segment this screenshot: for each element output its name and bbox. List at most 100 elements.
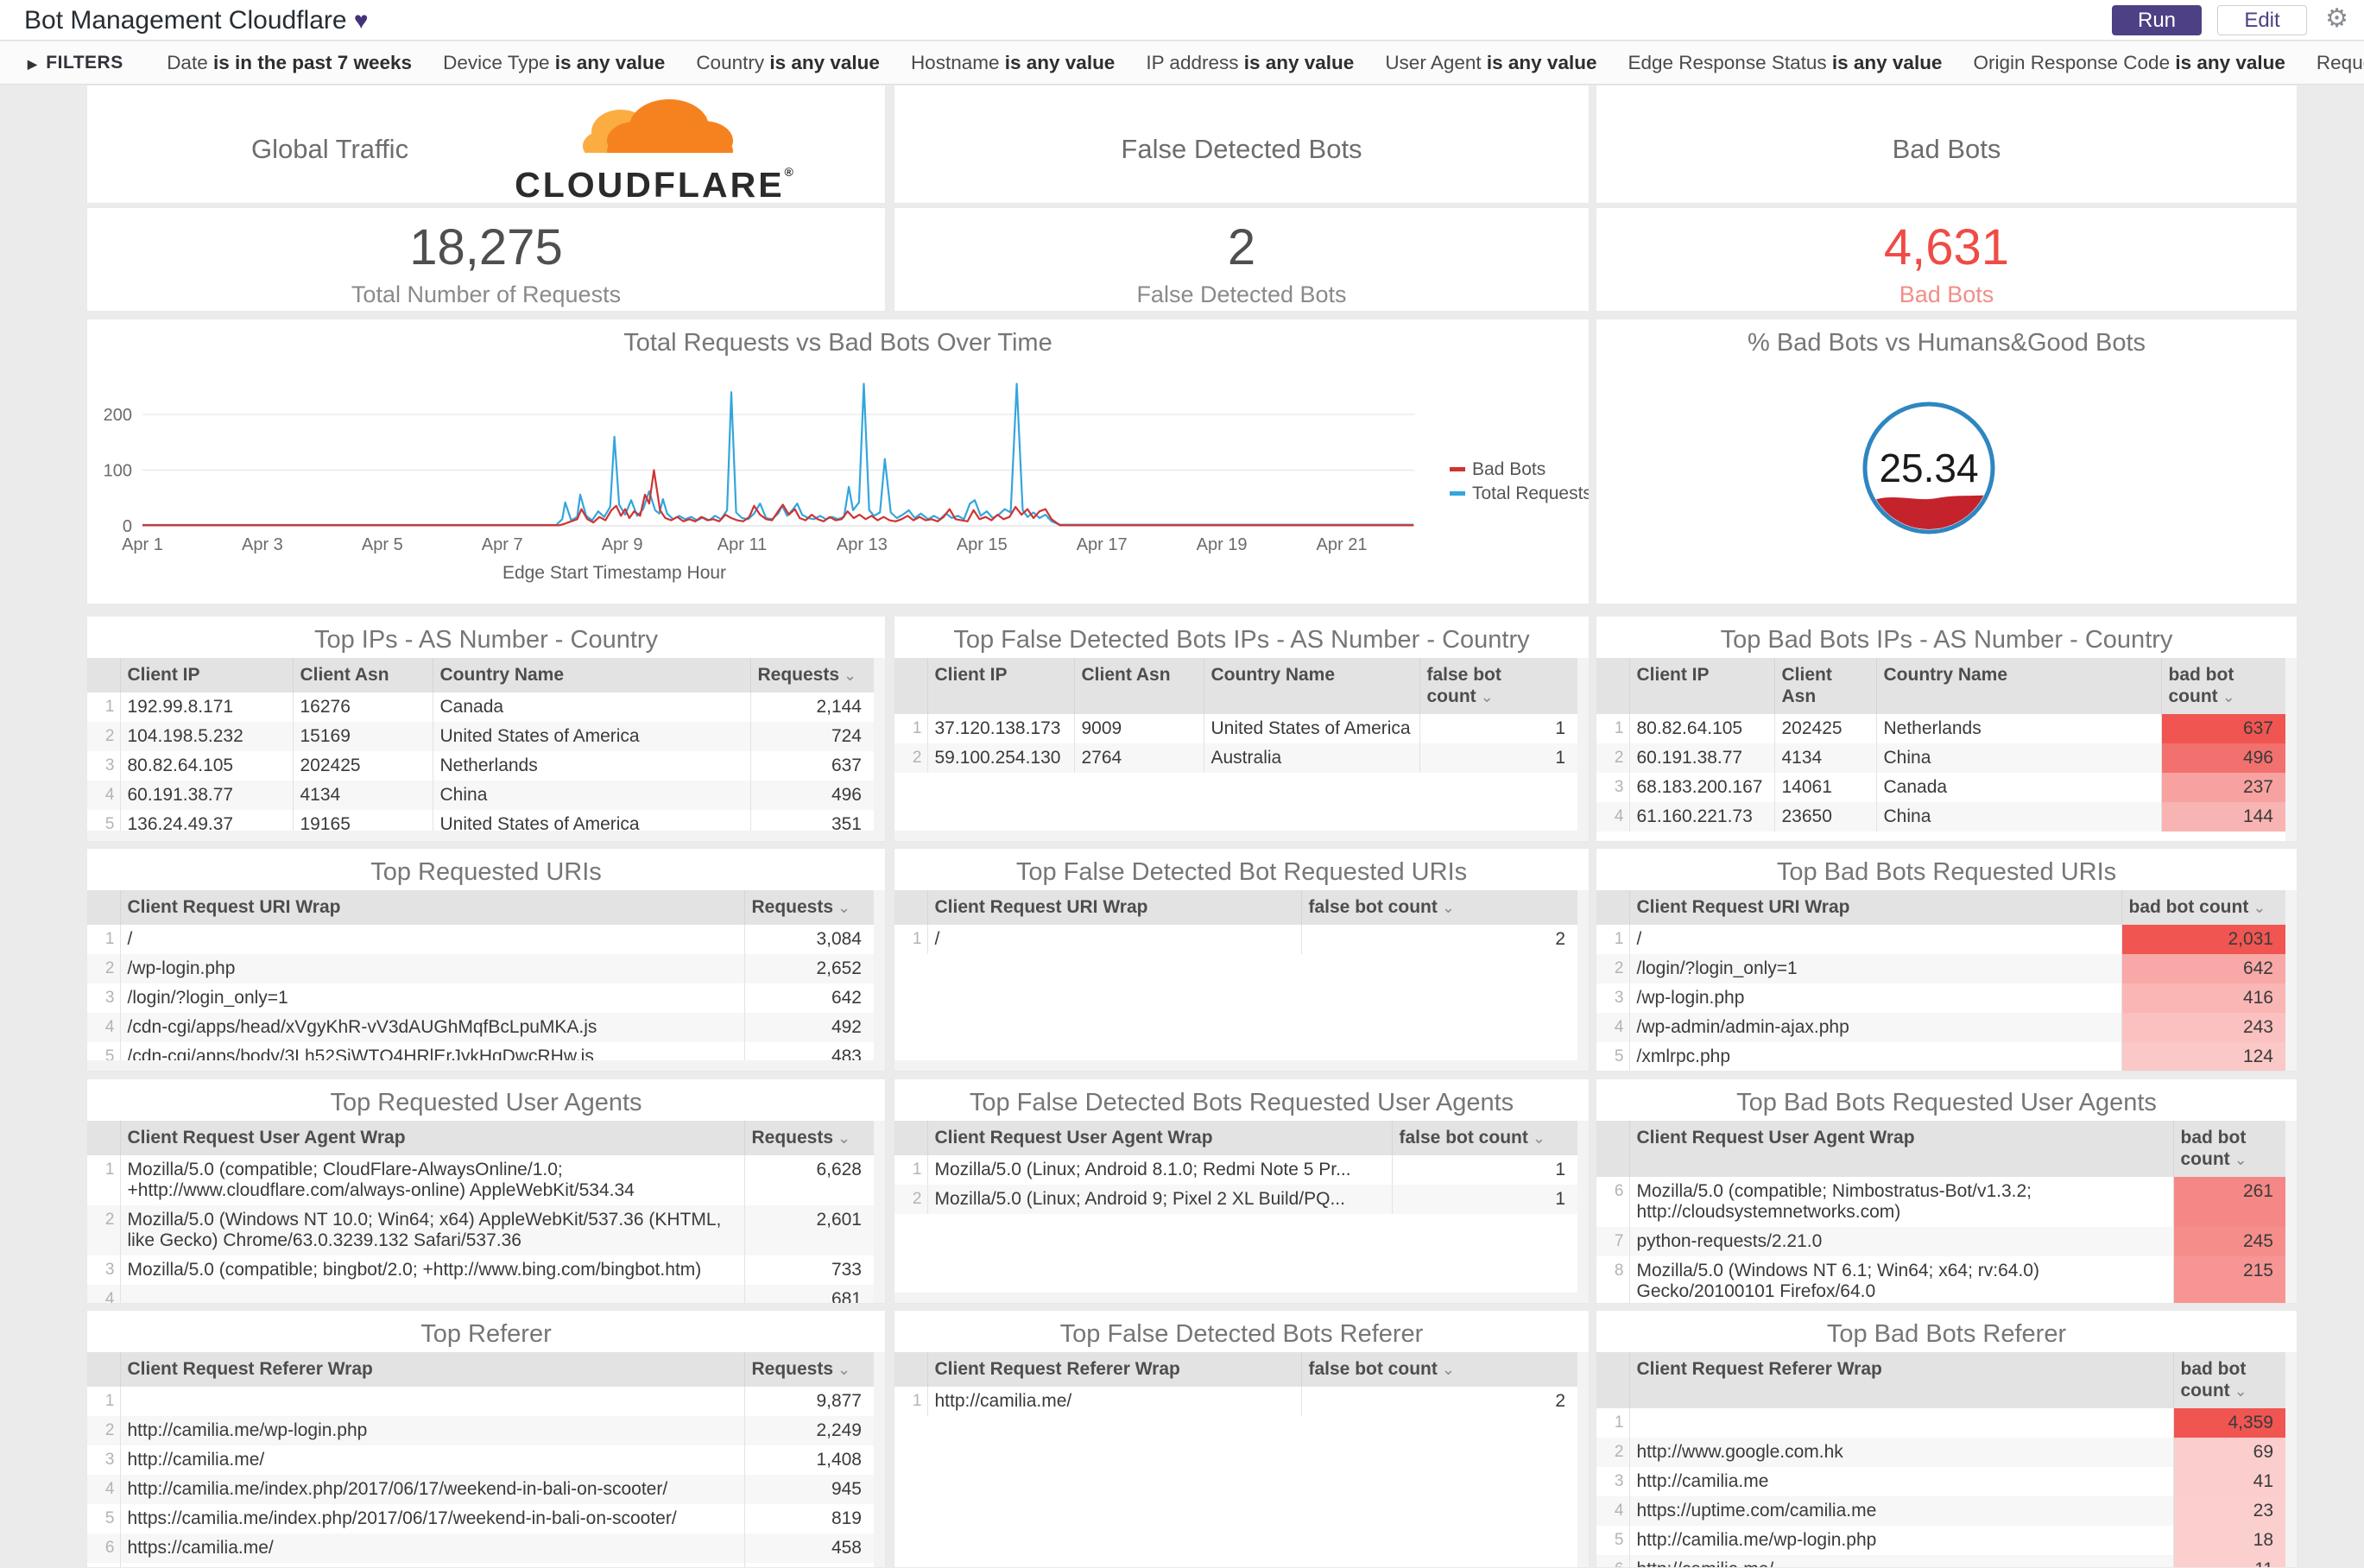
scrollbar-horizontal[interactable] xyxy=(894,1293,1589,1303)
row-number: 3 xyxy=(104,1451,115,1469)
cell xyxy=(1628,1408,2173,1438)
column-header[interactable]: Client Request Referer Wrap xyxy=(926,1352,1301,1387)
sort-desc-icon[interactable]: ⌄ xyxy=(2222,688,2235,705)
column-header[interactable]: Client Asn xyxy=(292,658,433,692)
cell: http://camilia.me/ xyxy=(1628,1555,2173,1567)
scrollbar-horizontal[interactable] xyxy=(894,1060,1589,1071)
column-header[interactable]: Requests ⌄ xyxy=(749,658,874,692)
kpi-label-false-bots: False Detected Bots xyxy=(1136,281,1347,307)
sort-desc-icon[interactable]: ⌄ xyxy=(2234,1151,2247,1168)
column-header[interactable]: Requests ⌄ xyxy=(743,1352,874,1387)
column-header[interactable]: Client Request URI Wrap xyxy=(926,890,1301,925)
scrollbar-vertical[interactable] xyxy=(2285,1121,2297,1303)
filter-chip[interactable]: Request URI is any value xyxy=(2317,52,2364,74)
sort-desc-icon[interactable]: ⌄ xyxy=(838,1361,850,1378)
scrollbar-vertical[interactable] xyxy=(2285,1352,2297,1567)
column-header[interactable]: Client IP xyxy=(926,658,1074,714)
filter-chip[interactable]: Origin Response Code is any value xyxy=(1973,52,2285,74)
column-header[interactable]: Client IP xyxy=(119,658,293,692)
sort-desc-icon[interactable]: ⌄ xyxy=(2234,1382,2247,1400)
column-header[interactable]: bad bot count ⌄ xyxy=(2160,658,2285,714)
filter-chip[interactable]: Device Type is any value xyxy=(443,52,665,74)
timeseries-chart[interactable]: 0 100 200 Apr 1 Apr 3 Apr 5 Apr 7 Apr 9 Apr 11 Ap… xyxy=(87,361,1590,604)
filter-chip[interactable]: User Agent is any value xyxy=(1385,52,1596,74)
sort-desc-icon[interactable]: ⌄ xyxy=(844,667,856,684)
y-tick-label: 0 xyxy=(123,517,132,536)
filter-chip[interactable]: Hostname is any value xyxy=(911,52,1115,74)
scrollbar-vertical[interactable] xyxy=(874,1121,885,1303)
filters-bar: ▶ FILTERS Date is in the past 7 weeks Devi… xyxy=(0,41,2364,85)
column-header[interactable]: false bot count ⌄ xyxy=(1419,658,1577,714)
sort-desc-icon[interactable]: ⌄ xyxy=(1442,899,1455,916)
cell: 69 xyxy=(2172,1438,2285,1467)
run-button[interactable]: Run xyxy=(2112,5,2202,35)
donut-gauge[interactable]: 25.34 xyxy=(1596,361,2298,604)
scrollbar-horizontal[interactable] xyxy=(87,831,885,841)
scrollbar-vertical[interactable] xyxy=(874,658,885,841)
gear-icon[interactable]: ⚙ xyxy=(2325,3,2348,34)
column-header[interactable]: bad bot count ⌄ xyxy=(2172,1352,2285,1408)
table-row: 3 68.183.200.167 14061 Canada 237 xyxy=(1596,773,2285,802)
scrollbar-vertical[interactable] xyxy=(874,1352,885,1567)
table-row: 1 4,359 xyxy=(1596,1408,2285,1438)
column-header[interactable]: Client Request Referer Wrap xyxy=(1628,1352,2173,1408)
row-number: 7 xyxy=(87,1563,120,1567)
row-number-header xyxy=(894,1121,927,1155)
scrollbar-vertical[interactable] xyxy=(1577,1121,1589,1303)
sort-desc-icon[interactable]: ⌄ xyxy=(1442,1361,1455,1378)
row-number-header xyxy=(894,658,927,714)
column-header[interactable]: Client Asn xyxy=(1773,658,1876,714)
legend-label[interactable]: Bad Bots xyxy=(1472,459,1545,479)
column-header[interactable]: Client Request User Agent Wrap xyxy=(1628,1121,2173,1177)
column-header[interactable]: Requests ⌄ xyxy=(743,890,874,925)
filter-chip[interactable]: Edge Response Status is any value xyxy=(1628,52,1942,74)
filter-chip[interactable]: Date is in the past 7 weeks xyxy=(167,52,412,74)
column-header[interactable]: bad bot count ⌄ xyxy=(2121,890,2285,925)
column-header[interactable]: Client Request URI Wrap xyxy=(119,890,744,925)
edit-button[interactable]: Edit xyxy=(2217,5,2307,35)
column-header[interactable]: Client Request User Agent Wrap xyxy=(119,1121,744,1155)
column-header[interactable]: Country Name xyxy=(1203,658,1419,714)
filter-condition: is any value xyxy=(1004,52,1116,73)
legend-label[interactable]: Total Requests xyxy=(1472,484,1590,503)
sort-desc-icon[interactable]: ⌄ xyxy=(1533,1129,1545,1147)
column-header[interactable]: bad bot count ⌄ xyxy=(2172,1121,2285,1177)
scrollbar-vertical[interactable] xyxy=(2285,890,2297,1071)
column-header[interactable]: Client Asn xyxy=(1073,658,1204,714)
row-number: 4 xyxy=(1596,1013,1629,1042)
filter-chip[interactable]: Country is any value xyxy=(696,52,880,74)
scrollbar-horizontal[interactable] xyxy=(894,831,1589,841)
scrollbar-vertical[interactable] xyxy=(1577,1352,1589,1567)
scrollbar-vertical[interactable] xyxy=(874,890,885,1071)
column-header[interactable]: Country Name xyxy=(432,658,750,692)
column-header[interactable]: false bot count ⌄ xyxy=(1300,890,1577,925)
row-number: 4 xyxy=(87,1475,120,1504)
column-header[interactable]: Client Request URI Wrap xyxy=(1628,890,2121,925)
sort-desc-icon[interactable]: ⌄ xyxy=(1481,688,1494,705)
scrollbar-vertical[interactable] xyxy=(1577,658,1589,841)
cell: 1 xyxy=(1419,714,1577,743)
table-row: 3/wp-login.php 416 xyxy=(1596,983,2285,1013)
sort-desc-icon[interactable]: ⌄ xyxy=(2253,899,2266,916)
column-header[interactable]: Client IP xyxy=(1628,658,1774,714)
row-number: 3 xyxy=(1614,989,1624,1007)
column-header[interactable]: false bot count ⌄ xyxy=(1300,1352,1577,1387)
row-number-header xyxy=(87,1352,120,1387)
table-top-bad-bot-ips: Top Bad Bots IPs - AS Number - Country C… xyxy=(1596,616,2298,842)
column-header[interactable]: Client Request User Agent Wrap xyxy=(926,1121,1392,1155)
cell: 819 xyxy=(743,1504,874,1533)
sort-desc-icon[interactable]: ⌄ xyxy=(838,899,850,916)
sort-desc-icon[interactable]: ⌄ xyxy=(838,1129,850,1147)
filters-toggle[interactable]: ▶ FILTERS xyxy=(28,53,123,73)
column-header[interactable]: Country Name xyxy=(1875,658,2161,714)
cell: python-requests/2.21.0 xyxy=(1628,1227,2173,1256)
filter-chip[interactable]: IP address is any value xyxy=(1146,52,1354,74)
column-header[interactable]: Requests ⌄ xyxy=(743,1121,874,1155)
column-header[interactable]: Client Request Referer Wrap xyxy=(119,1352,744,1387)
cell: Mozilla/5.0 (compatible; Nimbostratus-Bo… xyxy=(1628,1177,2173,1227)
scrollbar-vertical[interactable] xyxy=(1577,890,1589,1071)
column-header[interactable]: false bot count ⌄ xyxy=(1391,1121,1577,1155)
scrollbar-horizontal[interactable] xyxy=(87,1060,885,1071)
cell: /xmlrpc.php xyxy=(1628,1042,2121,1071)
scrollbar-vertical[interactable] xyxy=(2285,658,2297,841)
